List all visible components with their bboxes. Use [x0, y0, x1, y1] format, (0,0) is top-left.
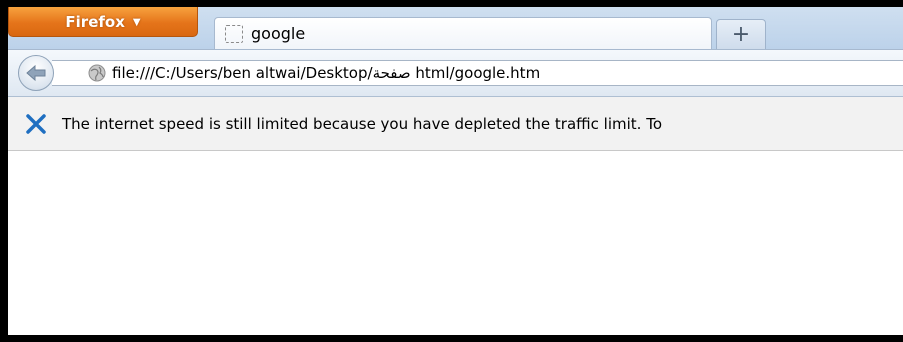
blank-page-icon [225, 24, 243, 43]
browser-window: Firefox ▼ google + file:///C:/Users/ben … [8, 7, 903, 335]
new-tab-button[interactable]: + [716, 19, 766, 49]
tab-strip: Firefox ▼ google + [8, 7, 903, 49]
notification-bar: The internet speed is still limited beca… [8, 97, 903, 151]
globe-icon [88, 64, 106, 82]
back-button[interactable] [18, 55, 54, 91]
firefox-menu-button[interactable]: Firefox ▼ [8, 7, 198, 37]
notification-message: The internet speed is still limited beca… [62, 114, 662, 133]
close-x-icon[interactable] [24, 112, 48, 136]
url-text: file:///C:/Users/ben altwai/Desktop/صفحة… [112, 64, 541, 82]
tab-title: google [251, 24, 306, 43]
plus-icon: + [731, 22, 751, 47]
tab-google[interactable]: google [214, 17, 712, 49]
caret-down-icon: ▼ [132, 16, 141, 28]
firefox-menu-label: Firefox [65, 12, 125, 31]
navigation-bar: file:///C:/Users/ben altwai/Desktop/صفحة… [8, 49, 903, 97]
page-content [8, 151, 903, 335]
back-arrow-icon [26, 64, 46, 82]
url-bar[interactable]: file:///C:/Users/ben altwai/Desktop/صفحة… [52, 60, 903, 86]
